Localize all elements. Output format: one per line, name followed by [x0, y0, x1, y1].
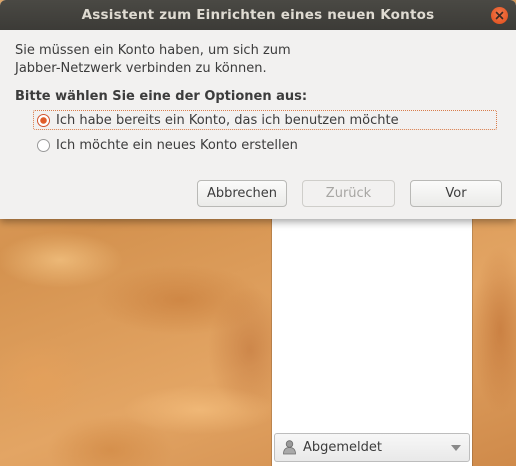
presence-status-label: Abgemeldet [303, 440, 383, 455]
dialog-title: Assistent zum Einrichten eines neuen Kon… [81, 7, 435, 23]
intro-line-2: Jabber-Netzwerk verbinden zu können. [15, 61, 267, 76]
presence-status-dropdown[interactable]: Abgemeldet [274, 433, 470, 462]
option-existing-account[interactable]: Ich habe bereits ein Konto, das ich benu… [33, 110, 497, 130]
next-button[interactable]: Vor [410, 180, 502, 207]
radio-existing-account[interactable] [37, 113, 50, 127]
chevron-down-icon [451, 444, 461, 451]
close-icon [495, 11, 504, 20]
option-existing-account-label: Ich habe bereits ein Konto, das ich benu… [56, 112, 399, 128]
intro-text: Sie müssen ein Konto haben, um sich zum … [15, 42, 495, 78]
option-new-account-label: Ich möchte ein neues Konto erstellen [56, 137, 298, 153]
offline-person-icon [281, 439, 298, 456]
options-heading: Bitte wählen Sie eine der Optionen aus: [15, 89, 308, 104]
cancel-button[interactable]: Abbrechen [197, 180, 287, 207]
contact-list-window [272, 200, 472, 466]
radio-new-account[interactable] [37, 138, 50, 152]
intro-line-1: Sie müssen ein Konto haben, um sich zum [15, 43, 291, 58]
close-button[interactable] [491, 7, 508, 24]
account-setup-dialog: Assistent zum Einrichten eines neuen Kon… [0, 0, 516, 219]
option-new-account[interactable]: Ich möchte ein neues Konto erstellen [37, 135, 298, 155]
back-button[interactable]: Zurück [302, 180, 395, 207]
dialog-titlebar[interactable]: Assistent zum Einrichten eines neuen Kon… [0, 0, 516, 30]
